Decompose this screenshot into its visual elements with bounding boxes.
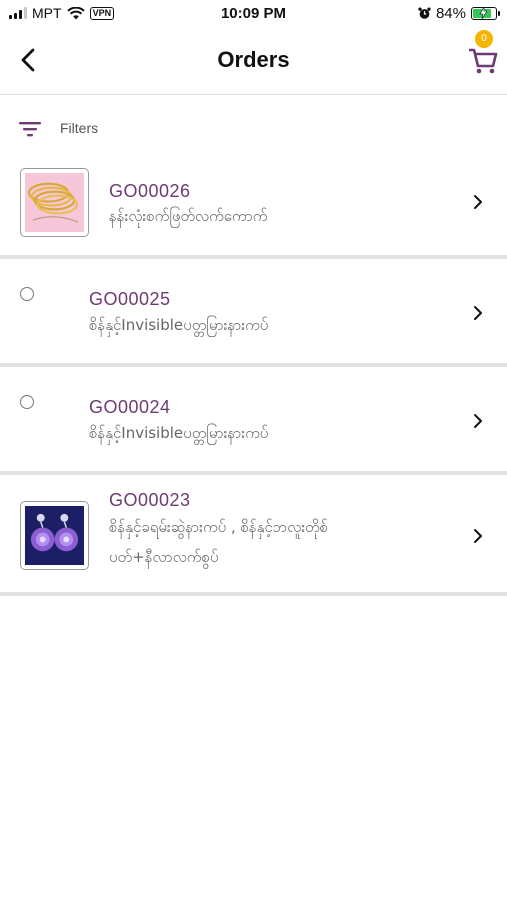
app-header: Orders 0: [0, 30, 507, 95]
filters-label: Filters: [60, 120, 99, 136]
order-product-name: စိန်နှင့်Invisibleပတ္တမြားနားကပ်: [89, 316, 269, 334]
product-thumbnail: [20, 168, 89, 237]
product-thumbnail: [20, 501, 89, 570]
chevron-right-icon[interactable]: [471, 412, 485, 430]
order-item[interactable]: GO00025 စိန်နှင့်Invisibleပတ္တမြားနားကပ်: [0, 259, 507, 367]
alarm-icon: [418, 7, 431, 19]
battery-percent: 84%: [435, 5, 466, 22]
status-bar: MPT VPN 10:09 PM 84%: [0, 0, 507, 30]
status-right: 84%: [418, 5, 500, 22]
order-code: GO00025: [89, 289, 171, 309]
order-code: GO00026: [109, 181, 191, 201]
placeholder-thumbnail: [20, 287, 34, 301]
page-title: Orders: [217, 47, 290, 72]
cart-count-badge: 0: [475, 30, 493, 48]
chevron-right-icon[interactable]: [471, 304, 485, 322]
order-item[interactable]: GO00026 နန်းလုံးစက်ဖြတ်လက်ကောက်: [0, 157, 507, 259]
filter-icon: [19, 122, 41, 137]
battery-icon: [471, 7, 500, 20]
order-code: GO00024: [89, 397, 171, 417]
order-product-name-line1: စိန်နှင့်ခရမ်းဆွဲနားကပ် , စိန်နှင့်ဘလူးတ…: [109, 518, 329, 536]
filters-button[interactable]: Filters: [0, 95, 507, 157]
chevron-right-icon[interactable]: [471, 193, 485, 211]
order-product-name: စိန်နှင့်Invisibleပတ္တမြားနားကပ်: [89, 424, 269, 442]
placeholder-thumbnail: [20, 395, 34, 409]
order-item[interactable]: GO00023 စိန်နှင့်ခရမ်းဆွဲနားကပ် , စိန်နှ…: [0, 475, 507, 596]
order-product-name-line2: ပတ်+နီလာလက်စွပ်: [109, 548, 219, 566]
order-item[interactable]: GO00024 စိန်နှင့်Invisibleပတ္တမြားနားကပ်: [0, 367, 507, 475]
order-code: GO00023: [109, 490, 191, 510]
order-product-name: နန်းလုံးစက်ဖြတ်လက်ကောက်: [109, 207, 268, 225]
chevron-right-icon[interactable]: [471, 527, 485, 545]
orders-screen: MPT VPN 10:09 PM 84% Orders 0 Filters GO…: [0, 0, 507, 900]
order-list: GO00026 နန်းလုံးစက်ဖြတ်လက်ကောက် GO00025 …: [0, 157, 507, 596]
